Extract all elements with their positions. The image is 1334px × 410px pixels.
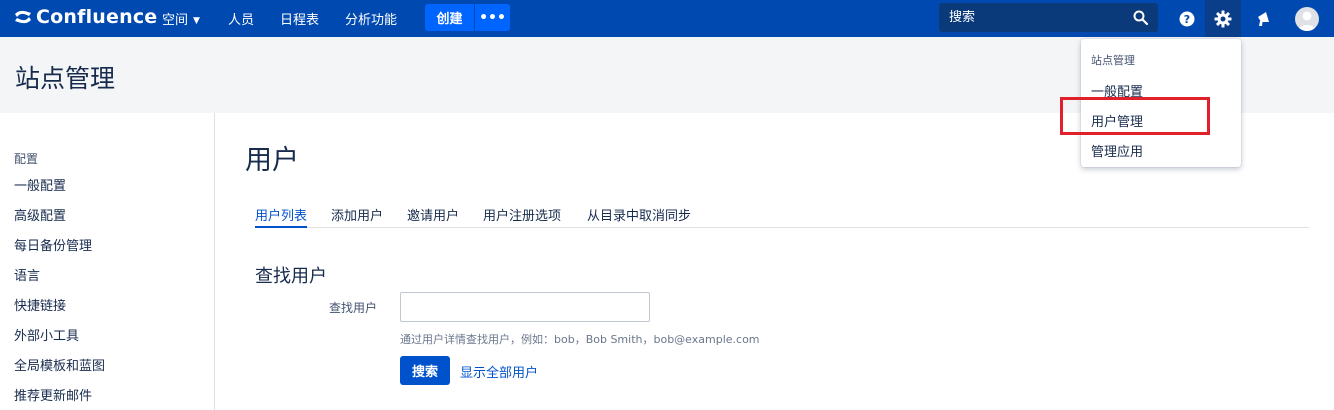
chevron-down-icon: ▼	[193, 16, 200, 26]
logo-text: Confluence	[36, 6, 158, 28]
sidebar-heading: 配置	[14, 152, 39, 166]
top-navigation: Confluence 空间 ▼ 人员 日程表 分析功能 创建 ••• ?	[0, 0, 1334, 37]
gear-icon	[1214, 10, 1232, 27]
search-icon[interactable]	[1133, 10, 1148, 25]
find-user-label: 查找用户	[329, 301, 378, 315]
avatar	[1295, 6, 1319, 31]
sidebar-item-backup[interactable]: 每日备份管理	[14, 235, 92, 254]
sidebar-item-templates[interactable]: 全局模板和蓝图	[14, 355, 105, 374]
help-button[interactable]: ?	[1169, 0, 1205, 37]
section-title: 查找用户	[255, 266, 327, 287]
tab-bar: 用户列表 添加用户 邀请用户 用户注册选项 从目录中取消同步	[255, 201, 1309, 228]
sidebar: 配置 一般配置 高级配置 每日备份管理 语言 快捷链接 外部小工具 全局模板和蓝…	[0, 113, 215, 410]
user-icon	[1298, 11, 1316, 31]
confluence-logo[interactable]: Confluence	[14, 6, 157, 28]
sidebar-item-recommended-email[interactable]: 推荐更新邮件	[14, 385, 92, 404]
more-create-button[interactable]: •••	[475, 4, 510, 31]
nav-spaces[interactable]: 空间 ▼	[162, 9, 200, 28]
sidebar-item-external-gadgets[interactable]: 外部小工具	[14, 325, 79, 344]
admin-menu-heading: 站点管理	[1091, 54, 1135, 67]
sidebar-item-shortcut-links[interactable]: 快捷链接	[14, 295, 66, 314]
notifications-button[interactable]	[1245, 0, 1281, 37]
svg-text:?: ?	[1184, 13, 1190, 26]
nav-spaces-label: 空间	[162, 13, 189, 28]
tab-signup-options[interactable]: 用户注册选项	[483, 205, 561, 228]
tab-add-user[interactable]: 添加用户	[331, 205, 383, 228]
create-button[interactable]: 创建	[425, 4, 474, 31]
menu-item-manage-apps[interactable]: 管理应用	[1091, 141, 1143, 160]
sidebar-item-language[interactable]: 语言	[14, 265, 40, 284]
find-user-input[interactable]	[400, 292, 650, 322]
user-profile-button[interactable]	[1289, 0, 1325, 37]
search-button[interactable]: 搜索	[400, 356, 450, 385]
help-icon: ?	[1179, 11, 1195, 26]
search-input[interactable]	[939, 10, 1119, 25]
tab-invite-user[interactable]: 邀请用户	[407, 205, 459, 228]
tab-unsync-directory[interactable]: 从目录中取消同步	[587, 205, 691, 228]
settings-button[interactable]	[1205, 0, 1241, 37]
megaphone-icon	[1258, 11, 1269, 26]
find-user-help: 通过用户详情查找用户，例如：bob，Bob Smith，bob@example.…	[400, 333, 760, 346]
confluence-logo-icon	[15, 10, 31, 24]
annotation-highlight-box	[1060, 97, 1210, 135]
nav-people[interactable]: 人员	[228, 9, 254, 28]
sidebar-item-general-config[interactable]: 一般配置	[14, 175, 66, 194]
main-title: 用户	[245, 145, 299, 176]
page-title: 站点管理	[15, 64, 116, 93]
tab-user-list[interactable]: 用户列表	[255, 205, 308, 228]
search-box	[939, 3, 1158, 32]
show-all-users-link[interactable]: 显示全部用户	[460, 362, 538, 381]
nav-calendar[interactable]: 日程表	[280, 9, 319, 28]
sidebar-item-advanced-config[interactable]: 高级配置	[14, 205, 66, 224]
nav-analytics[interactable]: 分析功能	[345, 9, 397, 28]
